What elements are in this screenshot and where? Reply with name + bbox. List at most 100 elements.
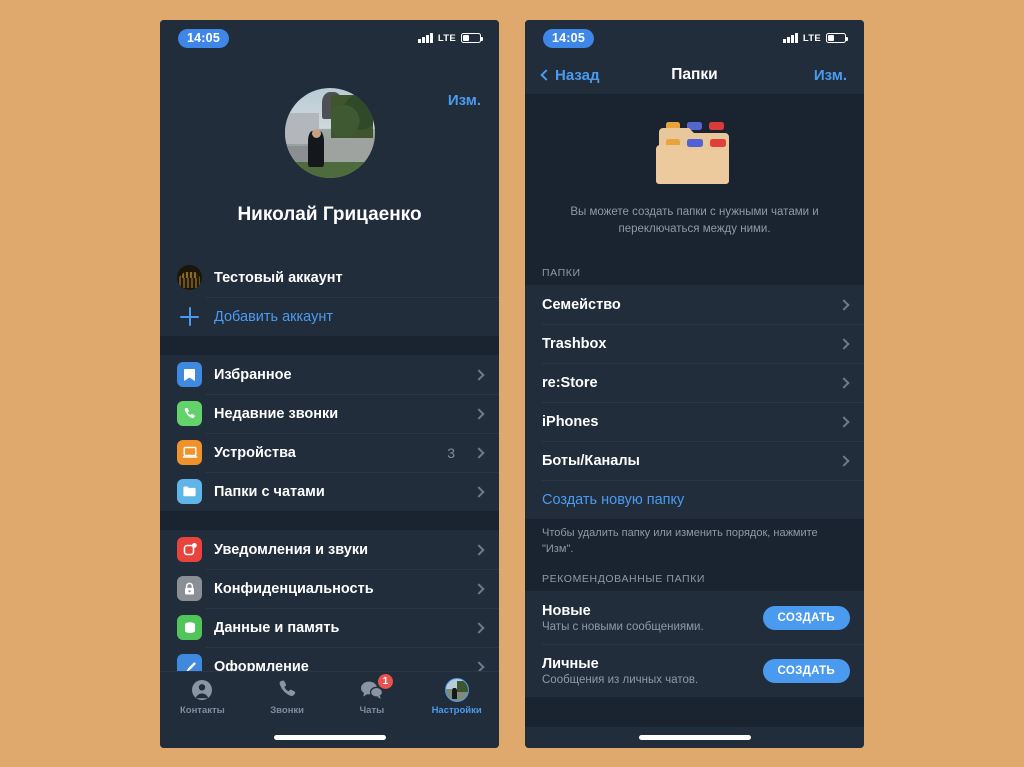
- list-item-label: Избранное: [214, 366, 292, 383]
- recommended-subtitle: Сообщения из личных чатов.: [542, 673, 699, 686]
- folder-name: Trashbox: [542, 335, 607, 352]
- home-indicator: [525, 727, 864, 748]
- chats-unread-badge: 1: [377, 674, 393, 689]
- chevron-right-icon: [473, 621, 485, 634]
- folder-name: Боты/Каналы: [542, 452, 640, 469]
- chevron-right-icon: [473, 660, 485, 671]
- table-row[interactable]: Trashbox: [525, 324, 864, 364]
- chevron-right-icon: [838, 416, 850, 428]
- chevron-right-icon: [473, 446, 485, 459]
- list-item-add-account[interactable]: Добавить аккаунт: [160, 297, 499, 336]
- list-item[interactable]: Новые Чаты с новыми сообщениями. СОЗДАТЬ: [525, 591, 864, 645]
- list-item-recent-calls[interactable]: Недавние звонки: [160, 394, 499, 433]
- list-item-saved-messages[interactable]: Избранное: [160, 355, 499, 394]
- list-item-devices[interactable]: Устройства 3: [160, 433, 499, 472]
- list-item-chat-folders[interactable]: Папки с чатами: [160, 472, 499, 511]
- battery-icon: [461, 33, 484, 43]
- list-item-label: Папки с чатами: [214, 483, 325, 500]
- network-type-label: LTE: [802, 32, 821, 44]
- tab-settings[interactable]: Настройки: [414, 677, 499, 727]
- status-bar: 14:05 LTE: [525, 20, 864, 56]
- phone-icon: [177, 401, 202, 426]
- phone-right-folders-screen: 14:05 LTE Назад Папки Изм. Вы можете соз…: [525, 20, 864, 748]
- table-row[interactable]: Семейство: [525, 285, 864, 325]
- tab-calls[interactable]: Звонки: [245, 677, 330, 727]
- plus-icon: [177, 304, 202, 329]
- profile-avatar[interactable]: [284, 88, 375, 178]
- folders-list[interactable]: Вы можете создать папки с нужными чатами…: [525, 94, 864, 727]
- lock-icon: [177, 576, 202, 601]
- home-indicator: [160, 727, 499, 748]
- folders-group: Семейство Trashbox re:Store iPhones Боты…: [525, 285, 864, 520]
- settings-list[interactable]: Тестовый аккаунт Добавить аккаунт Избран…: [160, 258, 499, 671]
- edit-profile-button[interactable]: Изм.: [448, 92, 481, 109]
- folder-name: Семейство: [542, 296, 621, 313]
- back-button-label: Назад: [555, 66, 600, 84]
- folder-name: iPhones: [542, 413, 599, 430]
- list-item-label: Тестовый аккаунт: [214, 269, 343, 286]
- chevron-right-icon: [473, 582, 485, 595]
- list-item-notifications[interactable]: Уведомления и звуки: [160, 530, 499, 569]
- list-item-label: Конфиденциальность: [214, 580, 374, 597]
- list-item-label: Данные и память: [214, 619, 340, 636]
- tab-contacts[interactable]: Контакты: [160, 677, 245, 727]
- signal-bars-icon: [783, 33, 798, 43]
- list-item-label: Оформление: [214, 658, 309, 672]
- tab-chats[interactable]: 1 Чаты: [330, 674, 415, 727]
- recommended-group: Новые Чаты с новыми сообщениями. СОЗДАТЬ…: [525, 591, 864, 698]
- list-item-data-storage[interactable]: Данные и память: [160, 608, 499, 647]
- section-spacer: [160, 336, 499, 355]
- chevron-right-icon: [473, 485, 485, 498]
- accounts-group: Тестовый аккаунт Добавить аккаунт: [160, 258, 499, 336]
- chevron-right-icon: [838, 377, 850, 389]
- bell-icon: [177, 537, 202, 562]
- status-bar: 14:05 LTE: [160, 20, 499, 56]
- tab-label: Настройки: [431, 705, 482, 716]
- recommended-title: Личные: [542, 655, 599, 672]
- chevron-right-icon: [473, 543, 485, 556]
- brush-icon: [177, 654, 202, 671]
- tab-label: Контакты: [179, 705, 225, 716]
- database-icon: [177, 615, 202, 640]
- navigation-bar: Назад Папки Изм.: [525, 56, 864, 94]
- create-recommended-button[interactable]: СОЗДАТЬ: [762, 658, 850, 683]
- list-item-privacy[interactable]: Конфиденциальность: [160, 569, 499, 608]
- table-row[interactable]: re:Store: [525, 363, 864, 403]
- folder-name: re:Store: [542, 374, 598, 391]
- folders-hero: Вы можете создать папки с нужными чатами…: [525, 94, 864, 252]
- list-item-label: Недавние звонки: [214, 405, 339, 422]
- back-button[interactable]: Назад: [540, 66, 600, 84]
- signal-bars-icon: [418, 33, 433, 43]
- tab-label: Звонки: [270, 705, 305, 716]
- network-type-label: LTE: [437, 32, 456, 44]
- battery-icon: [826, 33, 849, 43]
- list-item[interactable]: Личные Сообщения из личных чатов. СОЗДАТ…: [525, 644, 864, 698]
- list-item-appearance[interactable]: Оформление: [160, 647, 499, 671]
- profile-name: Николай Грицаенко: [237, 204, 422, 225]
- chevron-right-icon: [473, 368, 485, 381]
- contacts-icon: [191, 677, 213, 702]
- bookmark-icon: [177, 362, 202, 387]
- chevron-left-icon: [540, 69, 552, 81]
- list-item-label: Уведомления и звуки: [214, 541, 369, 558]
- folders-footer-note: Чтобы удалить папку или изменить порядок…: [525, 519, 864, 558]
- folder-icon: [177, 479, 202, 504]
- list-item-test-account[interactable]: Тестовый аккаунт: [160, 258, 499, 297]
- edit-button[interactable]: Изм.: [814, 67, 847, 84]
- status-time: 14:05: [543, 28, 594, 48]
- phone-left-settings-screen: 14:05 LTE Изм. Николай Грицаенко Тестовы…: [160, 20, 499, 748]
- tab-bar: Контакты Звонки 1 Чаты Настройки: [160, 671, 499, 727]
- chats-icon: 1: [360, 674, 393, 702]
- folders-section-header: ПАПКИ: [525, 251, 864, 286]
- chevron-right-icon: [838, 455, 850, 467]
- account-avatar: [177, 265, 202, 290]
- table-row[interactable]: Боты/Каналы: [525, 441, 864, 481]
- create-recommended-button[interactable]: СОЗДАТЬ: [762, 605, 850, 630]
- folders-hero-text: Вы можете создать папки с нужными чатами…: [570, 206, 819, 235]
- create-folder-button[interactable]: Создать новую папку: [525, 480, 864, 520]
- stacked-folders-illustration: [640, 112, 750, 192]
- chevron-right-icon: [473, 407, 485, 420]
- settings-avatar-icon: [444, 677, 469, 702]
- table-row[interactable]: iPhones: [525, 402, 864, 442]
- calls-icon: [277, 677, 298, 702]
